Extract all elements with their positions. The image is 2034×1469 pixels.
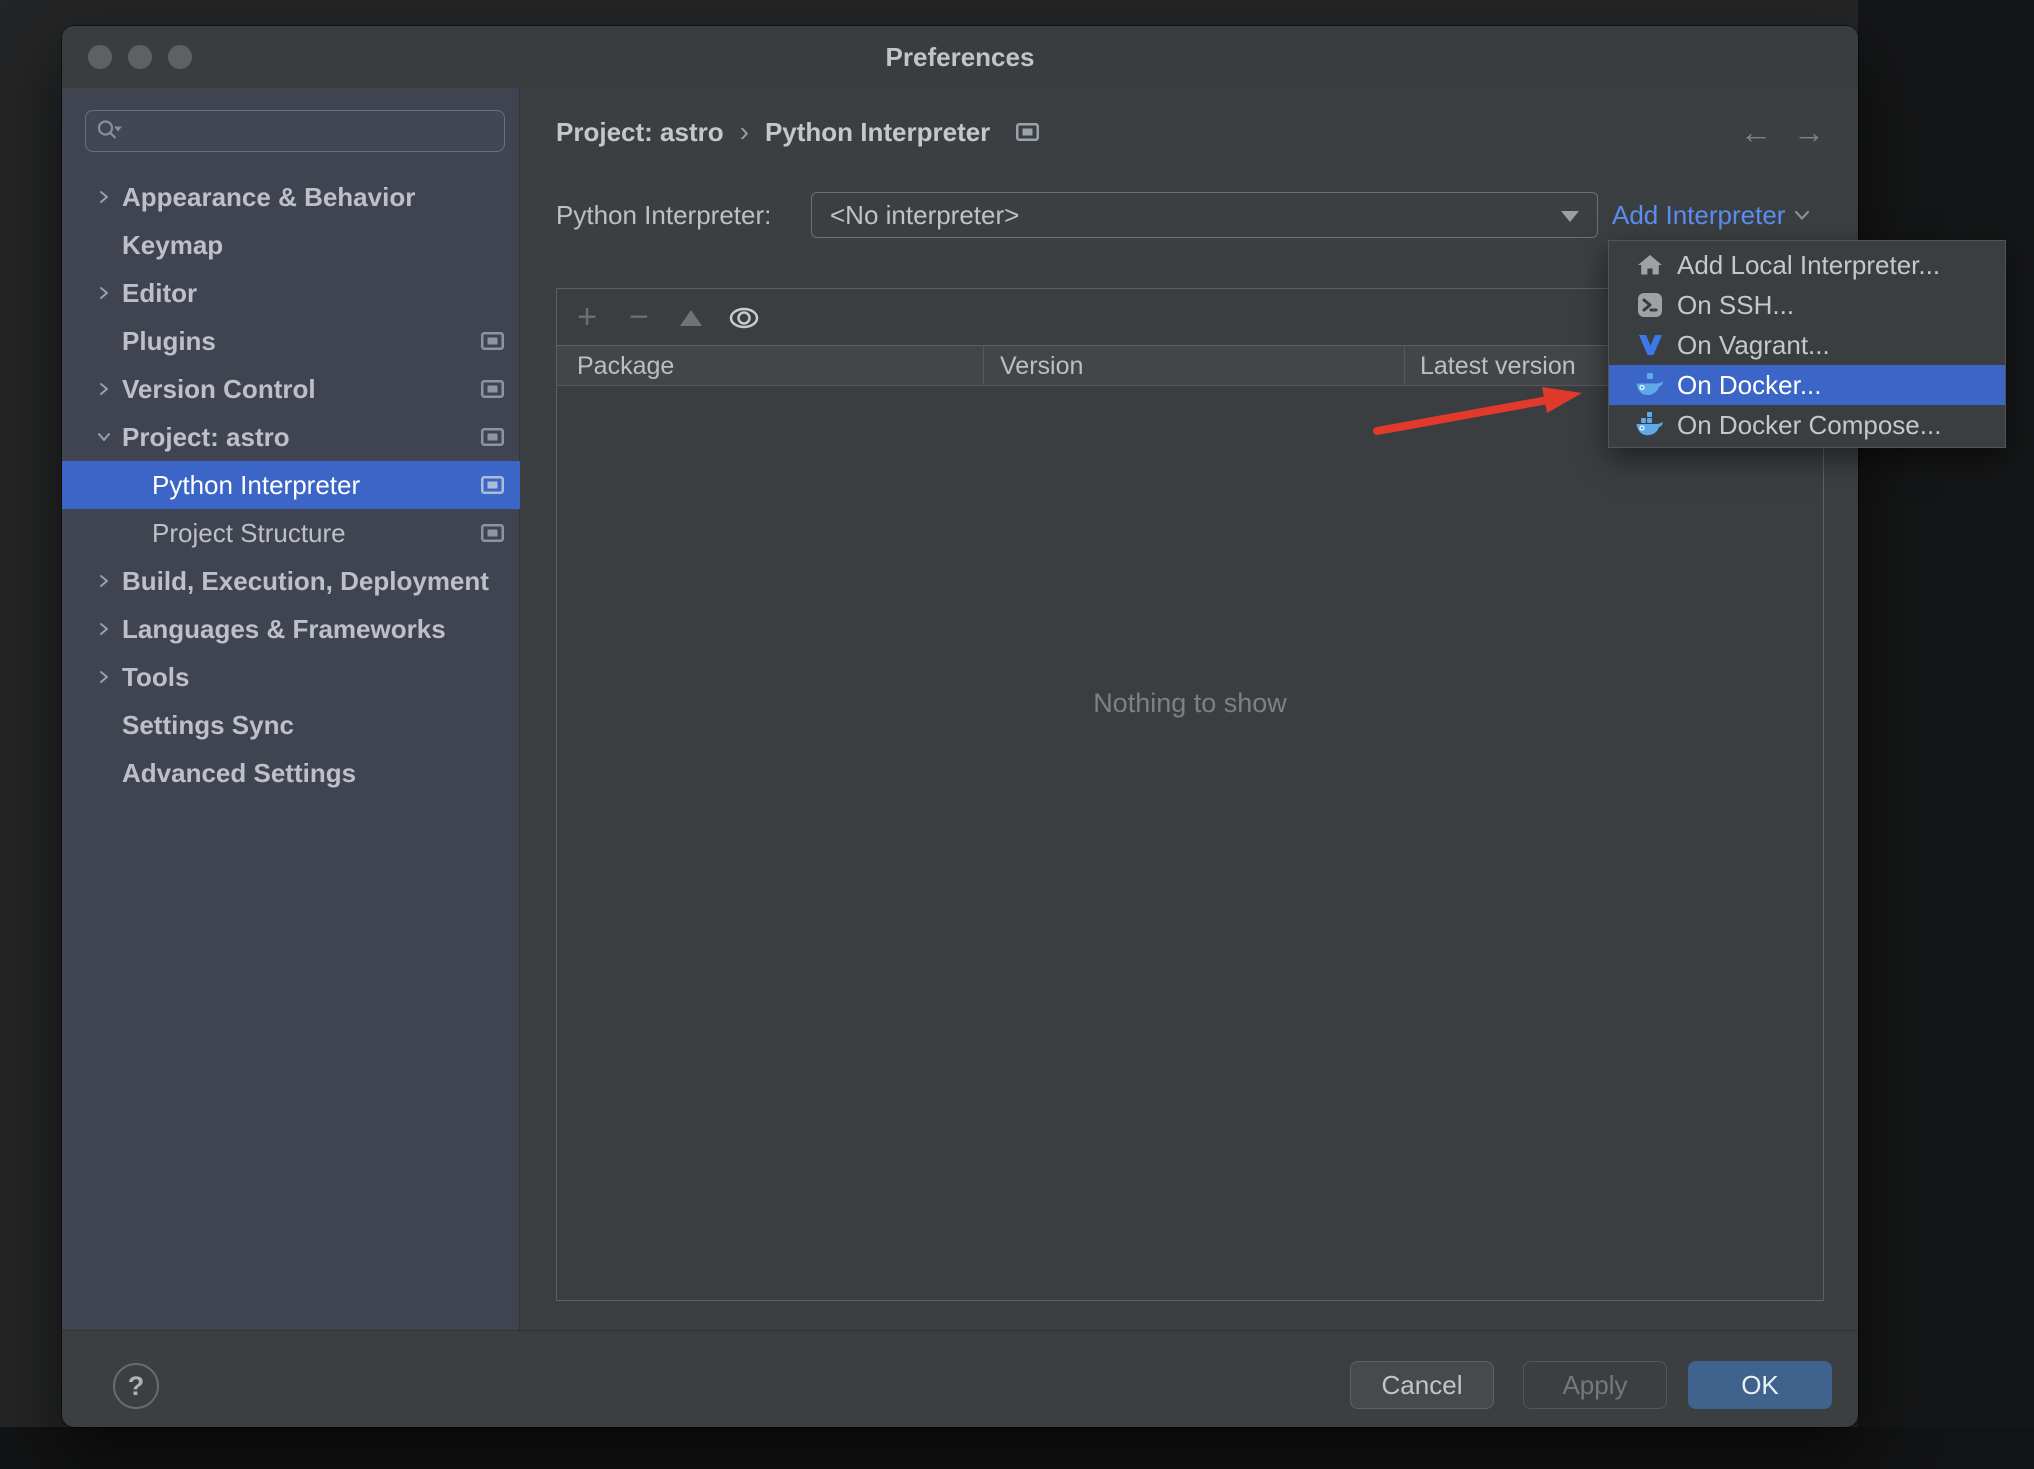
chevron-right-icon[interactable] [95, 380, 113, 398]
column-header-version: Version [1000, 352, 1084, 380]
menu-item-on-vagrant[interactable]: On Vagrant... [1609, 325, 2005, 365]
chevron-right-icon[interactable] [95, 284, 113, 302]
sidebar-item-label: Languages & Frameworks [122, 614, 446, 644]
sidebar-item-languages-frameworks[interactable]: Languages & Frameworks [62, 605, 520, 653]
menu-item-label: On Vagrant... [1677, 330, 1830, 360]
chevron-right-icon[interactable] [95, 188, 113, 206]
monitor-icon [481, 476, 504, 494]
interpreter-select-value: <No interpreter> [830, 200, 1020, 230]
column-header-package: Package [577, 352, 675, 380]
docker-whale-icon [1635, 371, 1665, 399]
monitor-icon [1016, 123, 1040, 141]
vagrant-icon [1635, 331, 1665, 359]
menu-item-add-local-interpreter[interactable]: Add Local Interpreter... [1609, 245, 2005, 285]
search-input[interactable] [126, 117, 504, 145]
sidebar-item-label: Editor [122, 278, 198, 308]
sidebar-item-python-interpreter[interactable]: Python Interpreter [62, 461, 520, 509]
help-button[interactable]: ? [113, 1363, 159, 1409]
eye-icon [729, 307, 759, 328]
monitor-icon [481, 428, 504, 446]
preferences-dialog: Preferences Appearance & Behavior Keymap [62, 26, 1858, 1427]
sidebar-item-keymap[interactable]: Keymap [62, 221, 520, 269]
sidebar-item-label: Settings Sync [122, 710, 294, 740]
monitor-icon [481, 524, 504, 542]
ok-button[interactable]: OK [1688, 1361, 1832, 1409]
sidebar-item-build-execution-deployment[interactable]: Build, Execution, Deployment [62, 557, 520, 605]
breadcrumb-project[interactable]: Project: astro [556, 117, 724, 148]
sidebar-item-label: Keymap [122, 230, 224, 260]
title-bar: Preferences [62, 26, 1858, 88]
sidebar-item-label: Advanced Settings [122, 758, 357, 788]
breadcrumb: Project: astro › Python Interpreter [556, 114, 1040, 150]
background [0, 1427, 2034, 1469]
sidebar-item-label: Appearance & Behavior [122, 182, 416, 212]
sidebar-item-project-structure[interactable]: Project Structure [62, 509, 520, 557]
sidebar-item-settings-sync[interactable]: Settings Sync [62, 701, 520, 749]
sidebar-item-label: Version Control [122, 374, 316, 404]
back-button[interactable]: ← [1736, 114, 1776, 151]
upgrade-package-button[interactable] [679, 289, 703, 346]
column-divider [983, 346, 984, 386]
empty-table-message: Nothing to show [1093, 688, 1287, 718]
background [1858, 0, 2034, 1469]
triangle-up-icon [680, 309, 702, 326]
sidebar-item-label: Build, Execution, Deployment [122, 566, 489, 596]
sidebar-item-label: Project: astro [122, 422, 290, 452]
sidebar-item-label: Python Interpreter [152, 470, 361, 500]
dropdown-arrow-icon [1561, 211, 1579, 222]
dialog-footer: ? Cancel Apply OK [62, 1330, 1858, 1427]
sidebar-item-plugins[interactable]: Plugins [62, 317, 520, 365]
sidebar-item-advanced-settings[interactable]: Advanced Settings [62, 749, 520, 797]
add-interpreter-menu: Add Local Interpreter... On SSH... On Va… [1608, 240, 2006, 448]
chevron-down-icon[interactable] [95, 428, 113, 446]
menu-item-on-docker-compose[interactable]: On Docker Compose... [1609, 405, 2005, 445]
menu-item-label: On Docker... [1677, 370, 1822, 400]
ssh-terminal-icon [1635, 291, 1665, 319]
window-title: Preferences [885, 42, 1035, 72]
breadcrumb-separator-icon: › [739, 116, 749, 147]
interpreter-label: Python Interpreter: [556, 200, 772, 230]
home-icon [1635, 251, 1665, 279]
question-mark-icon: ? [127, 1370, 145, 1401]
desktop: Preferences Appearance & Behavior Keymap [0, 0, 2034, 1469]
menu-item-label: On Docker Compose... [1677, 410, 1942, 440]
chevron-down-icon [1795, 210, 1810, 220]
install-package-button[interactable]: + [572, 289, 602, 346]
settings-nav: Appearance & Behavior Keymap Editor Plug… [62, 173, 520, 797]
menu-item-label: On SSH... [1677, 290, 1795, 320]
apply-button[interactable]: Apply [1523, 1361, 1667, 1409]
menu-item-on-docker[interactable]: On Docker... [1609, 365, 2005, 405]
monitor-icon [481, 332, 504, 350]
chevron-right-icon[interactable] [95, 572, 113, 590]
search-icon[interactable] [96, 118, 126, 144]
sidebar-item-label: Plugins [122, 326, 216, 356]
forward-button[interactable]: → [1789, 114, 1829, 151]
sidebar-item-appearance-behavior[interactable]: Appearance & Behavior [62, 173, 520, 221]
sidebar-item-label: Project Structure [152, 518, 346, 548]
sidebar-item-label: Tools [122, 662, 190, 692]
cancel-button[interactable]: Cancel [1350, 1361, 1494, 1409]
sidebar-item-version-control[interactable]: Version Control [62, 365, 520, 413]
red-arrow-annotation [1373, 387, 1582, 435]
sidebar-item-tools[interactable]: Tools [62, 653, 520, 701]
uninstall-package-button[interactable]: − [624, 289, 654, 346]
settings-sidebar: Appearance & Behavior Keymap Editor Plug… [62, 88, 520, 1330]
show-early-releases-button[interactable] [728, 289, 760, 346]
menu-item-label: Add Local Interpreter... [1677, 250, 1941, 280]
monitor-icon [481, 380, 504, 398]
breadcrumb-page[interactable]: Python Interpreter [765, 117, 990, 148]
settings-search-box[interactable] [85, 110, 505, 152]
interpreter-select[interactable]: <No interpreter> [811, 192, 1598, 238]
add-interpreter-link[interactable]: Add Interpreter [1612, 192, 1810, 238]
chevron-right-icon[interactable] [95, 668, 113, 686]
sidebar-item-project-astro[interactable]: Project: astro [62, 413, 520, 461]
add-interpreter-label: Add Interpreter [1612, 199, 1786, 230]
menu-item-on-ssh[interactable]: On SSH... [1609, 285, 2005, 325]
sidebar-item-editor[interactable]: Editor [62, 269, 520, 317]
docker-compose-icon [1635, 411, 1665, 439]
chevron-right-icon[interactable] [95, 620, 113, 638]
